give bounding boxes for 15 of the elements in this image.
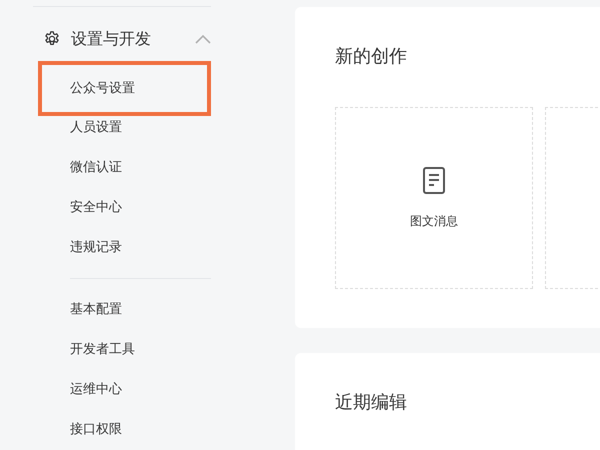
chevron-up-icon[interactable] <box>195 34 211 44</box>
section-title[interactable]: 设置与开发 <box>71 27 151 51</box>
document-icon <box>423 166 445 194</box>
menu-item[interactable]: 基本配置 <box>33 290 211 330</box>
menu-item[interactable]: 运维中心 <box>33 370 211 410</box>
create-tile[interactable]: 图文消息 <box>335 107 533 289</box>
card-title: 近期编辑 <box>335 391 408 415</box>
menu-item[interactable]: 安全中心 <box>33 188 211 228</box>
menu-item[interactable]: 开发者工具 <box>33 330 211 370</box>
card-title: 新的创作 <box>335 45 408 69</box>
gear-icon <box>43 30 61 48</box>
tile-label: 图文消息 <box>410 212 458 230</box>
menu-item[interactable]: 接口权限 <box>33 410 211 450</box>
menu-item[interactable]: 微信认证 <box>33 148 211 188</box>
menu-item[interactable]: 违规记录 <box>33 228 211 268</box>
